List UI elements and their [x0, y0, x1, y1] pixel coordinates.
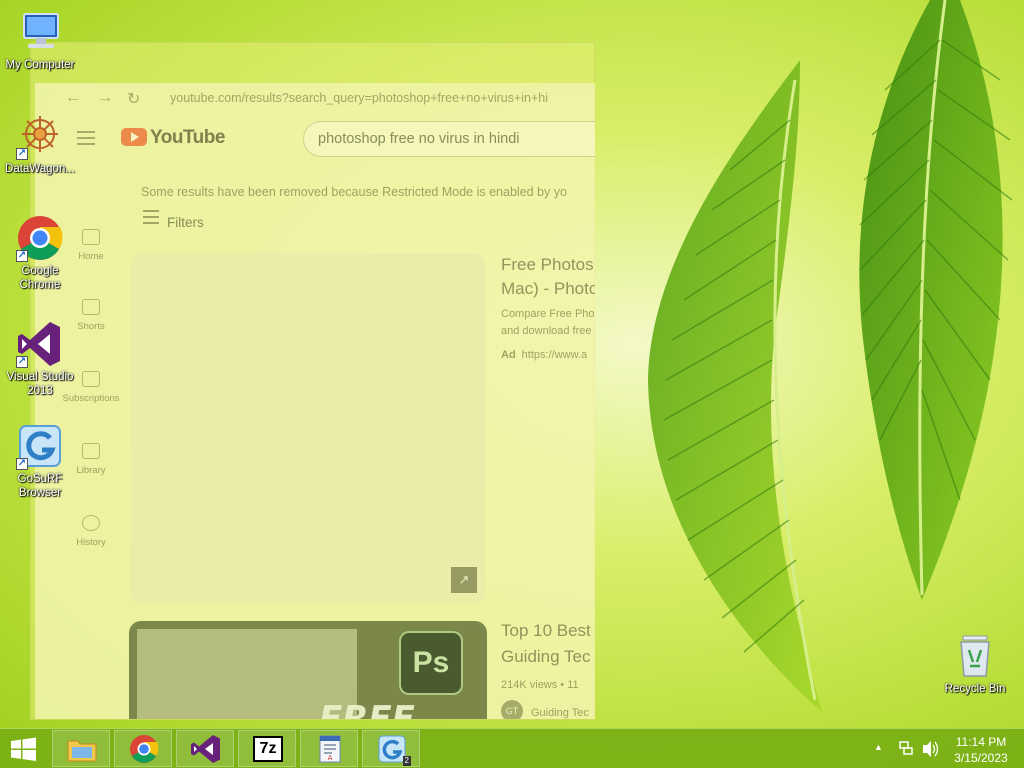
chrome-icon: ↗ — [16, 214, 64, 262]
browser-nav-bar: ← → ↻ youtube.com/results?search_query=p… — [35, 83, 595, 113]
ad-thumbnail[interactable] — [131, 253, 485, 603]
desktop-icon-visual-studio[interactable]: ↗ Visual Studio 2013 — [0, 320, 80, 398]
subscriptions-icon — [82, 371, 100, 387]
desktop-icon-label: DataWagon... — [5, 163, 75, 175]
youtube-play-icon — [121, 128, 147, 146]
visual-studio-icon: ↗ — [16, 320, 64, 368]
ad-badge: Ad — [501, 349, 516, 361]
youtube-results-page: ← → ↻ youtube.com/results?search_query=p… — [35, 83, 595, 719]
sidebar-label: Shorts — [77, 321, 105, 332]
desktop-icon-label: My Computer — [5, 59, 75, 71]
taskbar: 7z A 2 ▲ 11:14 PM 3/15/2023 — [0, 728, 1024, 768]
desktop-icon-label: Visual Studio 2013 — [6, 371, 74, 397]
filters-icon — [143, 210, 159, 228]
sidebar-label: History — [76, 537, 106, 548]
sidebar-label: Library — [76, 465, 106, 476]
chrome-icon — [128, 734, 160, 764]
gosurf-icon: ↗ — [16, 422, 64, 470]
home-icon — [82, 229, 100, 245]
desktop-icon-recycle-bin[interactable]: Recycle Bin — [935, 632, 1015, 696]
shortcut-arrow-icon: ↗ — [16, 148, 28, 160]
back-arrow-icon[interactable]: ← — [65, 89, 81, 107]
start-button[interactable] — [0, 729, 48, 768]
windows-logo-icon — [11, 737, 36, 761]
taskbar-gosurf-browser[interactable]: 2 — [362, 730, 420, 767]
desktop-icon-gosurf-browser[interactable]: ↗ GoSuRF Browser — [0, 422, 80, 500]
left-leaf-frond — [648, 60, 822, 712]
desktop-icon-label: Google Chrome — [19, 265, 61, 291]
sidebar-item-history[interactable]: History — [61, 515, 121, 548]
ad-url[interactable]: https://www.a — [522, 349, 587, 361]
video-meta: 214K views • 11 — [501, 679, 579, 691]
computer-icon — [16, 8, 64, 56]
taskbar-document-viewer[interactable]: A — [300, 730, 358, 767]
channel-name[interactable]: Guiding Tec — [531, 705, 589, 719]
result-title[interactable]: Mac) - Photo — [501, 277, 595, 301]
window-count-badge: 2 — [402, 756, 411, 766]
folder-icon — [66, 734, 98, 764]
filters-label: Filters — [167, 215, 204, 230]
network-icon — [899, 741, 913, 755]
youtube-logo-text: YouTube — [150, 127, 225, 148]
network-status[interactable] — [898, 729, 914, 768]
gosurf-icon: 2 — [376, 734, 411, 766]
datawagon-icon: ↗ — [16, 112, 64, 160]
7zip-glyph: 7z — [259, 740, 277, 757]
desktop-icon-label: Recycle Bin — [944, 683, 1006, 695]
7zip-icon: 7z — [253, 736, 283, 762]
restricted-mode-notice: Some results have been removed because R… — [141, 185, 567, 199]
clock-date: 3/15/2023 — [954, 751, 1008, 765]
system-clock[interactable]: 11:14 PM 3/15/2023 — [942, 734, 1020, 766]
reload-icon[interactable]: ↻ — [127, 89, 140, 109]
svg-text:A: A — [328, 754, 333, 762]
desktop-icon-label: GoSuRF Browser — [17, 473, 63, 499]
result-title[interactable]: Top 10 Best — [501, 619, 591, 643]
result-description: Compare Free Pho — [501, 308, 595, 320]
youtube-logo[interactable]: YouTube — [121, 127, 225, 149]
external-link-icon[interactable]: ↗ — [451, 567, 477, 593]
speaker-icon — [923, 741, 939, 757]
show-hidden-icons-button[interactable]: ▲ — [874, 729, 883, 768]
channel-avatar[interactable]: GT — [501, 700, 523, 719]
result-description: and download free — [501, 325, 592, 337]
sidebar-label: Home — [78, 251, 104, 262]
taskbar-visual-studio[interactable] — [176, 730, 234, 767]
document-icon: A — [314, 734, 346, 764]
library-icon — [82, 443, 100, 459]
shorts-icon — [82, 299, 100, 315]
forward-arrow-icon[interactable]: → — [97, 89, 113, 107]
youtube-header: YouTube photoshop free no virus in hindi — [35, 113, 595, 163]
shortcut-arrow-icon: ↗ — [16, 458, 28, 470]
photoshop-logo: Ps — [399, 631, 463, 695]
shortcut-arrow-icon: ↗ — [16, 356, 28, 368]
filters-button[interactable]: Filters — [143, 210, 204, 230]
volume-control[interactable] — [921, 729, 939, 768]
history-icon — [82, 515, 100, 531]
thumbnail-caption: FREE — [319, 699, 415, 719]
taskbar-google-chrome[interactable] — [114, 730, 172, 767]
right-leaf-frond — [859, 0, 1013, 600]
desktop-icon-my-computer[interactable]: My Computer — [0, 8, 80, 72]
taskbar-7zip[interactable]: 7z — [238, 730, 296, 767]
desktop-icon-datawagon[interactable]: ↗ DataWagon... — [0, 112, 80, 176]
result-title[interactable]: Free Photos — [501, 253, 594, 277]
clock-time: 11:14 PM — [955, 735, 1007, 749]
video-thumbnail[interactable]: Ps FREE — [129, 621, 487, 719]
address-bar[interactable]: youtube.com/results?search_query=photosh… — [170, 91, 548, 105]
recycle-bin-icon — [951, 632, 999, 680]
desktop-icon-google-chrome[interactable]: ↗ Google Chrome — [0, 214, 80, 292]
chevron-up-icon: ▲ — [874, 742, 883, 752]
result-title[interactable]: Guiding Tec — [501, 645, 590, 669]
taskbar-file-explorer[interactable] — [52, 730, 110, 767]
shortcut-arrow-icon: ↗ — [16, 250, 28, 262]
browser-window[interactable]: ← → ↻ youtube.com/results?search_query=p… — [30, 42, 595, 720]
visual-studio-icon — [190, 734, 222, 764]
ad-line: Ad https://www.a — [501, 347, 587, 364]
search-input[interactable]: photoshop free no virus in hindi — [303, 121, 595, 157]
